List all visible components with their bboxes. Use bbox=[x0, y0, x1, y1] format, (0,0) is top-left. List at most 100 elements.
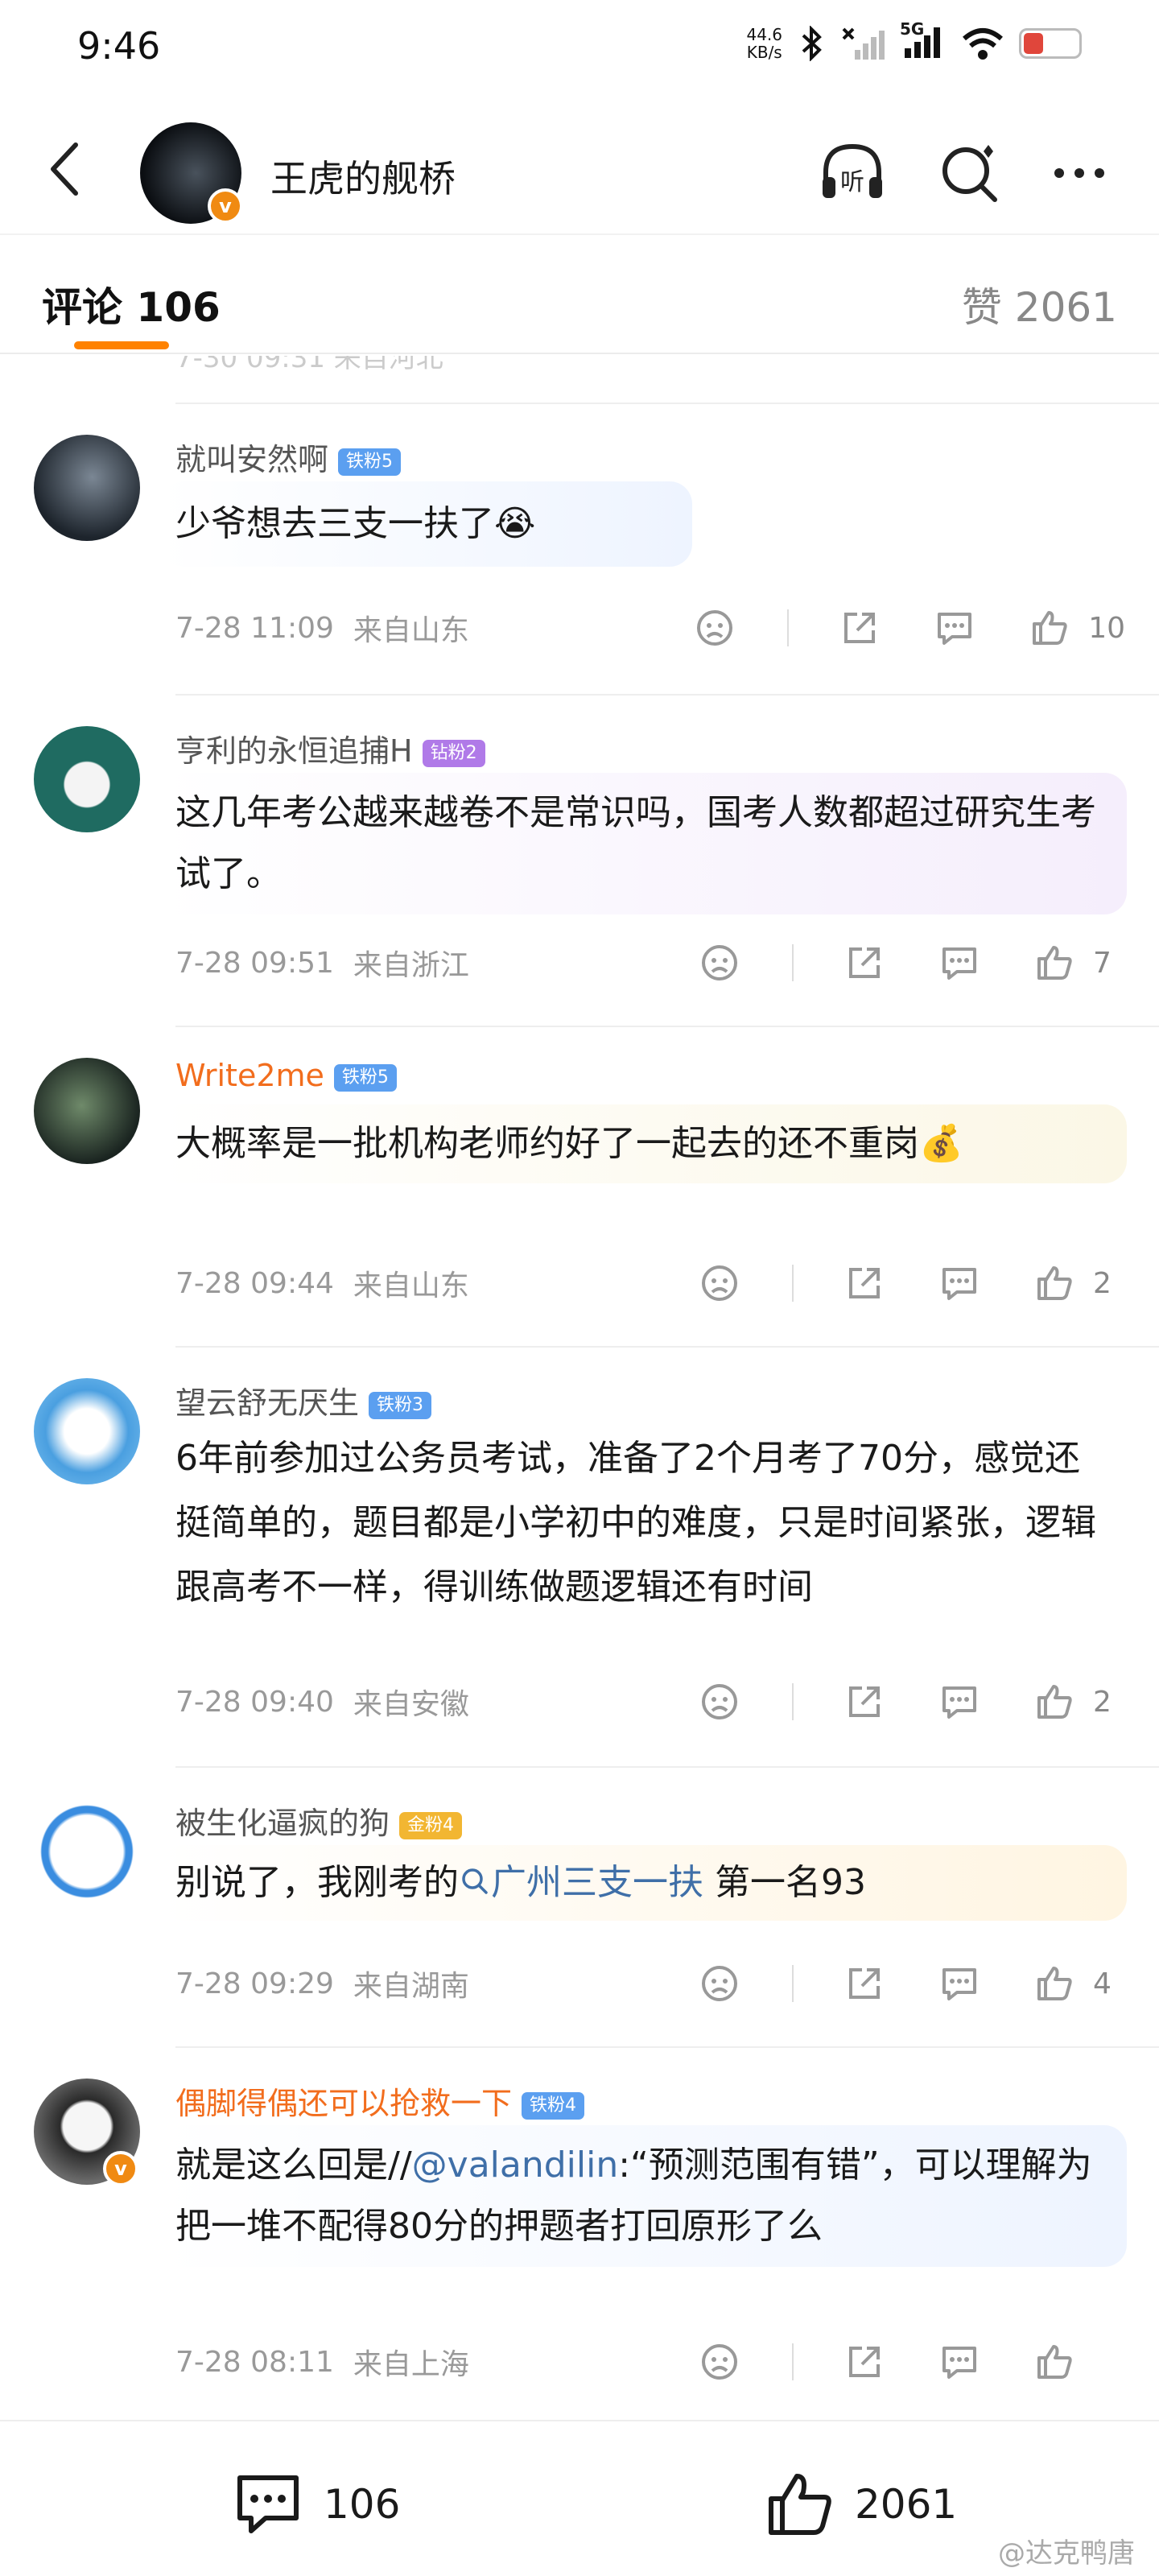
comment-item: 望云舒无厌生 铁粉3 6年前参加过公务员考试，准备了2个月考了70分，感觉还挺简单… bbox=[0, 1346, 1159, 1765]
fan-badge: 铁粉5 bbox=[338, 448, 402, 476]
comment-meta: 7-28 09:51 来自浙江 7 bbox=[175, 939, 1125, 987]
commenter-avatar[interactable] bbox=[34, 1058, 140, 1164]
commenter-avatar[interactable] bbox=[34, 1378, 140, 1484]
fan-badge: 铁粉5 bbox=[333, 1064, 397, 1092]
share-icon[interactable] bbox=[835, 604, 884, 652]
reply-icon[interactable] bbox=[935, 1259, 984, 1307]
bottom-bar: 106 2061 bbox=[0, 2420, 1159, 2576]
comment-meta: 7-28 11:09 来自山东 10 bbox=[175, 604, 1125, 652]
commenter-name[interactable]: 望云舒无厌生 铁粉3 bbox=[175, 1378, 432, 1422]
topic-link[interactable]: 广州三支一扶 bbox=[459, 1862, 703, 1903]
action-separator bbox=[792, 944, 794, 981]
commenter-avatar[interactable] bbox=[34, 1798, 140, 1905]
reply-icon[interactable] bbox=[935, 1678, 984, 1726]
reply-icon[interactable] bbox=[930, 604, 979, 652]
status-icons: 44.6 KB/s 5G 7 bbox=[746, 19, 1082, 63]
tab-comments[interactable]: 评论 106 bbox=[42, 275, 221, 333]
more-icon[interactable] bbox=[1043, 137, 1116, 209]
mention-link[interactable]: @valandilin bbox=[412, 2145, 619, 2186]
comment-actions: 10 bbox=[644, 604, 1125, 652]
share-icon[interactable] bbox=[840, 1959, 889, 2008]
comment-date: 7-28 09:40 bbox=[175, 1685, 334, 1719]
like-icon bbox=[769, 2474, 831, 2535]
network-type: 5G bbox=[900, 19, 925, 39]
tab-likes[interactable]: 赞 2061 bbox=[962, 275, 1117, 333]
dislike-icon[interactable] bbox=[695, 939, 744, 987]
page-title[interactable]: 王虎的舰桥 bbox=[270, 150, 456, 203]
dislike-icon[interactable] bbox=[695, 1959, 744, 2008]
commenter-name[interactable]: Write2me 铁粉5 bbox=[175, 1058, 397, 1093]
commenter-name-text: Write2me bbox=[175, 1058, 324, 1093]
share-icon[interactable] bbox=[840, 939, 889, 987]
search-icon bbox=[462, 1868, 488, 1894]
like-icon[interactable] bbox=[1030, 1678, 1079, 1726]
action-separator bbox=[792, 2343, 794, 2380]
comment-text-part: 第一名93 bbox=[703, 1862, 866, 1903]
comment-tabs: 评论 106 赞 2061 bbox=[0, 233, 1159, 354]
comment-meta: 7-28 08:11 来自上海 bbox=[175, 2338, 1125, 2386]
commenter-name[interactable]: 偶脚得偶还可以抢救一下 铁粉4 bbox=[175, 2079, 585, 2123]
net-speed: 44.6 KB/s bbox=[746, 26, 782, 61]
comment-text: 6年前参加过公务员考试，准备了2个月考了70分，感觉还挺简单的，题目都是小学初中… bbox=[175, 1438, 1096, 1608]
commenter-name-text: 就叫安然啊 bbox=[175, 442, 329, 477]
topic-text: 广州三支一扶 bbox=[491, 1862, 703, 1903]
comment-item: Write2me 铁粉5 大概率是一批机构老师约好了一起去的还不重岗💰 7-28 … bbox=[0, 1026, 1159, 1344]
reply-icon[interactable] bbox=[935, 939, 984, 987]
comment-actions: 4 bbox=[649, 1959, 1125, 2008]
watermark: @达克鸭唐 bbox=[998, 2537, 1135, 2570]
reply-icon[interactable] bbox=[935, 2338, 984, 2386]
dislike-icon[interactable] bbox=[695, 1678, 744, 1726]
back-icon[interactable] bbox=[39, 137, 95, 201]
fan-badge: 金粉4 bbox=[399, 1812, 463, 1839]
wifi-icon bbox=[963, 28, 1003, 60]
dislike-icon[interactable] bbox=[691, 604, 739, 652]
bottom-comment-button[interactable]: 106 bbox=[233, 2470, 400, 2539]
comment-meta: 7-28 09:40 来自安徽 2 bbox=[175, 1678, 1125, 1726]
bottom-comment-count: 106 bbox=[324, 2481, 401, 2528]
commenter-avatar[interactable] bbox=[34, 726, 140, 832]
commenter-name-text: 望云舒无厌生 bbox=[175, 1385, 360, 1421]
like-icon[interactable] bbox=[1025, 604, 1074, 652]
verified-badge-icon: v bbox=[103, 2151, 138, 2186]
like-count: 2 bbox=[1093, 1266, 1112, 1300]
comment-date: 7-28 09:29 bbox=[175, 1967, 334, 2000]
comment-location: 来自浙江 bbox=[353, 949, 469, 982]
reply-icon[interactable] bbox=[935, 1959, 984, 2008]
action-separator bbox=[792, 1265, 794, 1302]
comment-text: 大概率是一批机构老师约好了一起去的还不重岗💰 bbox=[161, 1104, 1127, 1183]
comment-location: 来自山东 bbox=[353, 1269, 469, 1302]
bottom-like-count: 2061 bbox=[855, 2481, 958, 2528]
like-icon[interactable] bbox=[1030, 939, 1079, 987]
share-icon[interactable] bbox=[840, 1678, 889, 1726]
like-icon[interactable] bbox=[1030, 1959, 1079, 2008]
tab-indicator bbox=[74, 341, 169, 349]
comment-list[interactable]: 7-30 09:31 来自河北 就叫安然啊 铁粉5 少爷想去三支一扶了😭 7-28… bbox=[0, 356, 1159, 2420]
dislike-icon[interactable] bbox=[695, 2338, 744, 2386]
commenter-name[interactable]: 被生化逼疯的狗 金粉4 bbox=[175, 1798, 463, 1843]
comment-actions: 2 bbox=[649, 1259, 1125, 1307]
comment-date: 7-28 11:09 bbox=[175, 611, 334, 645]
fan-badge: 铁粉3 bbox=[369, 1392, 432, 1419]
share-icon[interactable] bbox=[840, 2338, 889, 2386]
commenter-name[interactable]: 亨利的永恒追捕H 钻粉2 bbox=[175, 726, 485, 770]
comment-item: v 偶脚得偶还可以抢救一下 铁粉4 就是这么回是//@valandilin:“预测… bbox=[0, 2046, 1159, 2420]
comment-meta: 7-28 09:29 来自湖南 4 bbox=[175, 1959, 1125, 2008]
no-signal-icon bbox=[842, 27, 885, 60]
like-icon[interactable] bbox=[1030, 2338, 1079, 2386]
comment-item: 亨利的永恒追捕H 钻粉2 这几年考公越来越卷不是常识吗，国考人数都超过研究生考试了… bbox=[0, 694, 1159, 1024]
commenter-avatar[interactable] bbox=[34, 435, 140, 541]
commenter-name[interactable]: 就叫安然啊 铁粉5 bbox=[175, 435, 402, 479]
comment-actions: 7 bbox=[649, 939, 1125, 987]
listen-icon[interactable]: 听 bbox=[816, 137, 889, 209]
action-separator bbox=[792, 1683, 794, 1720]
svg-text:听: 听 bbox=[840, 168, 864, 196]
comment-location: 来自上海 bbox=[353, 2348, 469, 2381]
comment-meta: 7-28 09:44 来自山东 2 bbox=[175, 1259, 1125, 1307]
bottom-like-button[interactable]: 2061 bbox=[765, 2470, 957, 2539]
comment-date: 7-28 08:11 bbox=[175, 2345, 334, 2379]
like-icon[interactable] bbox=[1030, 1259, 1079, 1307]
dislike-icon[interactable] bbox=[695, 1259, 744, 1307]
verified-badge-icon: v bbox=[208, 188, 243, 224]
search-icon[interactable] bbox=[934, 137, 1006, 209]
share-icon[interactable] bbox=[840, 1259, 889, 1307]
